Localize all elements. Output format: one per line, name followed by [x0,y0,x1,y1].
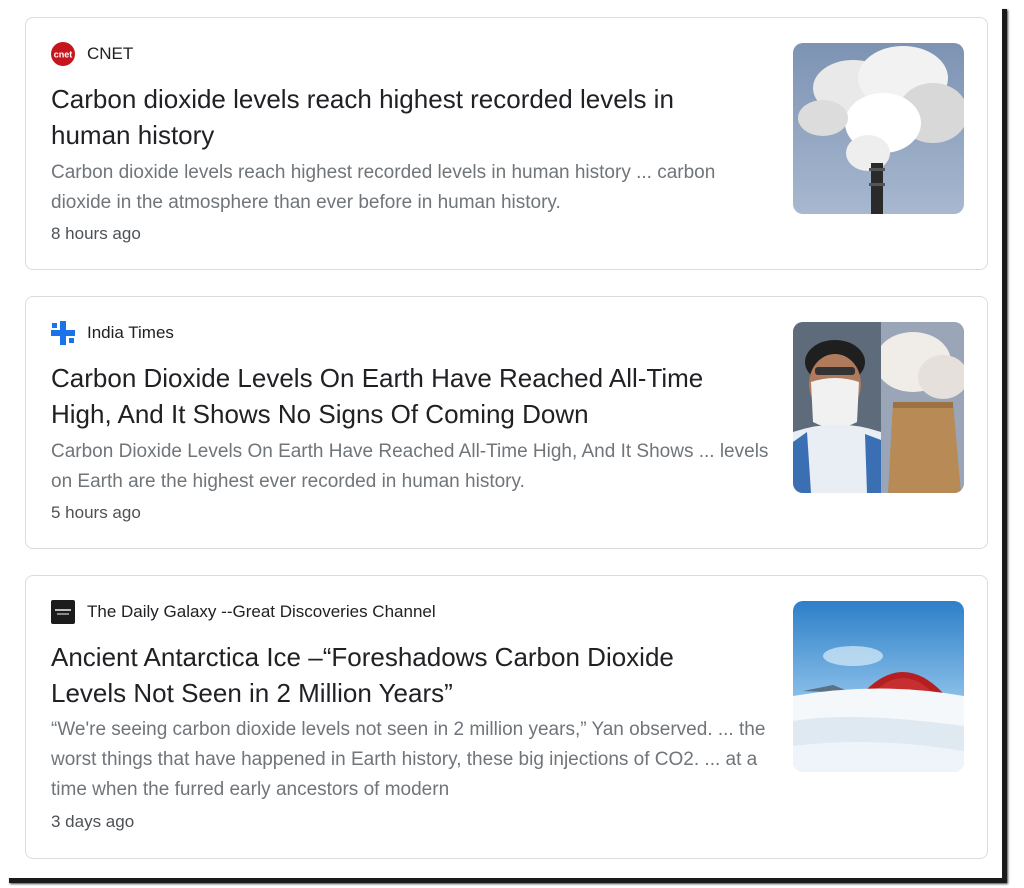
snippet-text: Carbon dioxide levels reach highest reco… [51,162,716,213]
india-times-logo-icon [51,321,75,345]
antarctica-dome-image[interactable] [793,601,964,772]
timestamp: 3 days ago [51,812,135,831]
news-card-cnet[interactable]: cnet CNET Carbon dioxide levels reach hi… [25,17,988,270]
news-card-daily-galaxy[interactable]: The Daily Galaxy --Great Discoveries Cha… [25,575,988,859]
smokestack-image[interactable] [793,43,964,214]
source-row: cnet CNET [51,42,133,66]
timestamp: 8 hours ago [51,224,141,243]
news-card-india-times[interactable]: India Times Carbon Dioxide Levels On Ear… [25,296,988,549]
source-name: India Times [87,323,174,342]
cnet-logo-icon: cnet [51,42,75,66]
timestamp: 5 hours ago [51,503,141,522]
headline-link[interactable]: Ancient Antarctica Ice –“Foreshadows Car… [51,639,751,711]
news-results-frame: cnet CNET Carbon dioxide levels reach hi… [4,4,1002,878]
masked-boy-cooling-tower-image[interactable] [793,322,964,493]
headline-link[interactable]: Carbon dioxide levels reach highest reco… [51,81,751,153]
daily-galaxy-logo-icon [51,600,75,624]
snippet-text: Carbon Dioxide Levels On Earth Have Reac… [51,441,769,492]
snippet-text: “We're seeing carbon dioxide levels not … [51,719,766,800]
source-row: India Times [51,321,174,345]
source-name: The Daily Galaxy --Great Discoveries Cha… [87,602,436,621]
headline-link[interactable]: Carbon Dioxide Levels On Earth Have Reac… [51,360,751,432]
source-row: The Daily Galaxy --Great Discoveries Cha… [51,600,436,624]
source-name: CNET [87,44,134,63]
svg-text:cnet: cnet [54,50,73,60]
